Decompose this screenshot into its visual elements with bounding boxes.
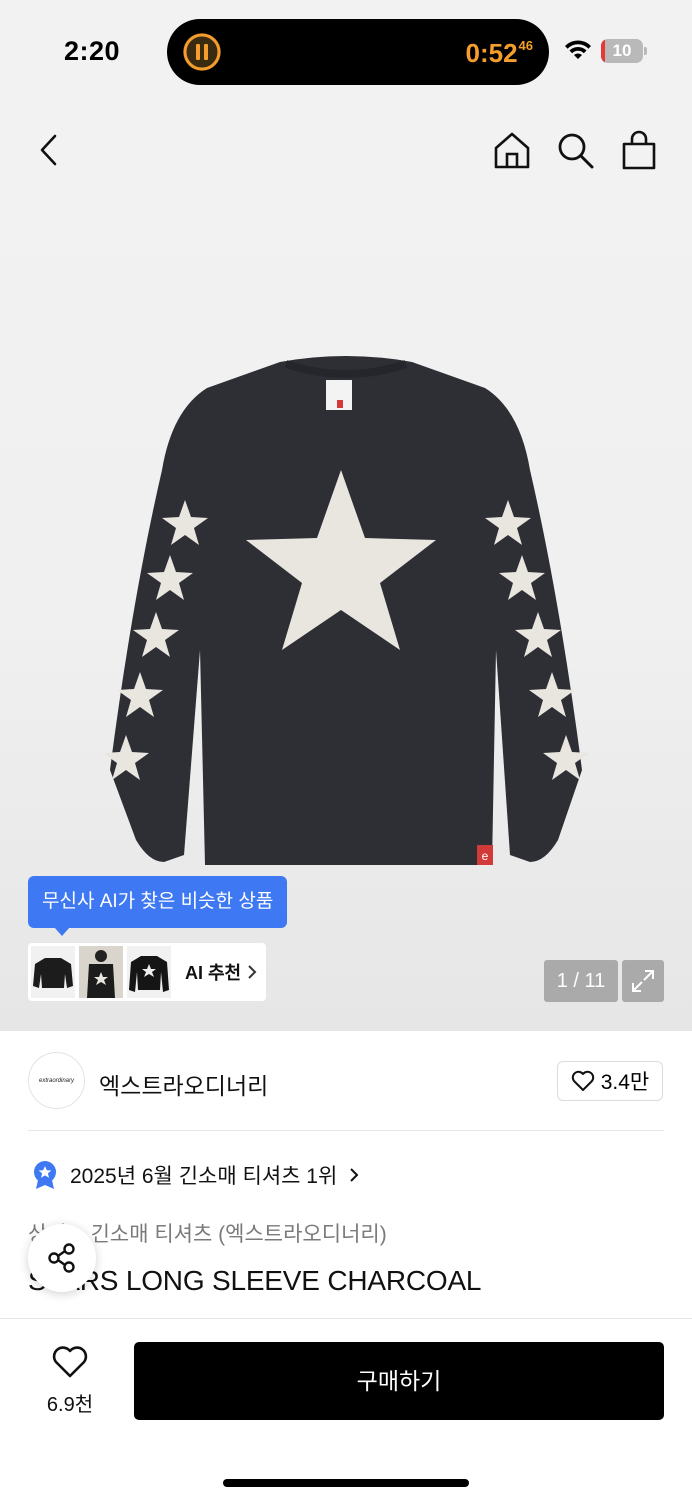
chevron-left-icon <box>40 134 57 166</box>
buy-button[interactable]: 구매하기 <box>134 1342 664 1420</box>
status-bar: 2:20 0:5246 10 <box>0 0 692 100</box>
recommend-thumb-2[interactable] <box>79 946 123 998</box>
home-indicator <box>223 1479 469 1487</box>
heart-outline-icon <box>571 1070 594 1091</box>
brand-logo[interactable]: extraordinary <box>28 1052 85 1109</box>
expand-button[interactable] <box>622 960 664 1002</box>
sweatshirt-thumb-icon <box>129 956 169 992</box>
search-icon <box>558 133 594 169</box>
timer-main: 0:52 <box>465 38 518 68</box>
ai-recommend-strip[interactable]: AI 추천 <box>28 943 266 1001</box>
status-clock: 2:20 <box>64 36 121 66</box>
chevron-right-icon <box>350 1168 359 1182</box>
ai-similar-tooltip[interactable]: 무신사 AI가 찾은 비슷한 상품 <box>28 876 288 936</box>
battery-level: 10 <box>612 41 632 60</box>
search-button[interactable] <box>553 128 597 172</box>
dynamic-island[interactable]: 0:5246 <box>167 19 549 85</box>
image-counter: 1 / 11 <box>544 960 618 1002</box>
bottom-action-bar: 6.9천 구매하기 <box>0 1318 692 1500</box>
back-button[interactable] <box>27 128 71 172</box>
share-button[interactable] <box>28 1224 96 1292</box>
sweatshirt-thumb-icon <box>33 958 73 988</box>
heart-outline-icon <box>52 1346 88 1378</box>
home-button[interactable] <box>490 128 534 172</box>
recommend-thumb-3[interactable] <box>127 946 171 998</box>
cart-button[interactable] <box>617 128 661 172</box>
model-thumb-icon <box>87 950 115 998</box>
home-icon <box>494 132 530 169</box>
chevron-right-icon <box>248 965 257 979</box>
share-icon <box>48 1243 75 1273</box>
battery-indicator: 10 <box>601 39 647 63</box>
divider <box>28 1130 664 1131</box>
wishlist-count: 6.9천 <box>46 1394 94 1416</box>
ranking-text: 2025년 6월 긴소매 티셔츠 1위 <box>70 1165 338 1188</box>
product-photo[interactable]: e <box>90 350 602 880</box>
battery-body: 10 <box>601 39 643 63</box>
timer-icon <box>183 33 221 71</box>
wifi-icon <box>565 40 591 59</box>
product-title: STARS LONG SLEEVE CHARCOAL <box>28 1265 482 1296</box>
battery-cap <box>644 47 647 55</box>
ai-recommend-label: AI 추천 <box>185 963 242 983</box>
timer-readout: 0:5246 <box>465 38 533 69</box>
award-badge-icon <box>34 1161 56 1189</box>
brand-row[interactable]: extraordinary 엑스트라오디너리 3.4만 <box>0 1031 692 1131</box>
expand-icon <box>632 970 654 992</box>
brand-like-button[interactable]: 3.4만 <box>557 1061 663 1101</box>
brand-like-count: 3.4만 <box>600 1071 650 1094</box>
product-gallery[interactable]: e 무신사 AI가 찾은 비슷한 상품 AI 추천 1 / 11 <box>0 100 692 1031</box>
ranking-link[interactable]: 2025년 6월 긴소매 티셔츠 1위 <box>32 1160 359 1190</box>
wishlist-button[interactable]: 6.9천 <box>30 1345 110 1417</box>
timer-fraction: 46 <box>518 38 533 53</box>
svg-text:e: e <box>482 849 489 863</box>
recommend-thumb-1[interactable] <box>31 946 75 998</box>
shopping-bag-icon <box>622 130 656 170</box>
brand-name[interactable]: 엑스트라오디너리 <box>99 1067 268 1101</box>
